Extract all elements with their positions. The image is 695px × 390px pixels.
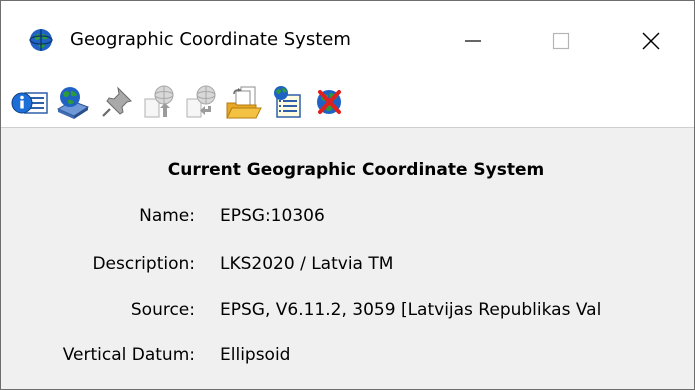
globe-export-icon — [186, 85, 216, 118]
select-from-library-button[interactable] — [53, 82, 93, 122]
close-button[interactable] — [621, 15, 681, 67]
coordinate-system-window: Geographic Coordinate System Current Geo… — [0, 0, 695, 390]
globe-icon — [28, 27, 54, 53]
maximize-icon — [552, 32, 570, 50]
name-value: EPSG:10306 — [220, 206, 325, 226]
pushpin-icon — [102, 86, 132, 117]
description-row: Description: LKS2020 / Latvia TM — [1, 252, 694, 276]
source-label: Source: — [130, 300, 195, 320]
toolbar — [1, 80, 694, 128]
source-value: EPSG, V6.11.2, 3059 [Latvijas Republikas… — [220, 300, 602, 320]
vertical-datum-row: Vertical Datum: Ellipsoid — [1, 343, 694, 367]
globe-list-icon — [274, 86, 301, 118]
vertical-datum-value: Ellipsoid — [220, 345, 291, 365]
from-element-button[interactable] — [267, 82, 307, 122]
vertical-datum-label: Vertical Datum: — [62, 345, 195, 365]
export-button[interactable] — [181, 82, 221, 122]
globe-delete-icon — [317, 90, 341, 114]
minimize-button[interactable] — [443, 15, 503, 67]
title-bar[interactable]: Geographic Coordinate System — [1, 1, 694, 80]
name-label: Name: — [139, 206, 195, 226]
description-label: Description: — [92, 254, 195, 274]
open-from-file-button[interactable] — [223, 82, 263, 122]
info-properties-button[interactable] — [10, 82, 50, 122]
maximize-button[interactable] — [531, 15, 591, 67]
folder-open-icon — [226, 86, 262, 119]
name-row: Name: EPSG:10306 — [1, 204, 694, 228]
source-row: Source: EPSG, V6.11.2, 3059 [Latvijas Re… — [1, 298, 694, 322]
info-list-icon — [11, 92, 48, 114]
section-heading: Current Geographic Coordinate System — [167, 160, 545, 180]
import-button[interactable] — [139, 82, 179, 122]
globe-library-icon — [56, 87, 90, 119]
minimize-icon — [465, 40, 481, 42]
pin-button[interactable] — [97, 82, 137, 122]
close-icon — [642, 32, 660, 50]
globe-import-icon — [144, 85, 174, 118]
description-value: LKS2020 / Latvia TM — [220, 254, 394, 274]
delete-button[interactable] — [309, 82, 349, 122]
current-system-panel: Current Geographic Coordinate System Nam… — [1, 128, 694, 389]
window-title: Geographic Coordinate System — [70, 29, 351, 50]
